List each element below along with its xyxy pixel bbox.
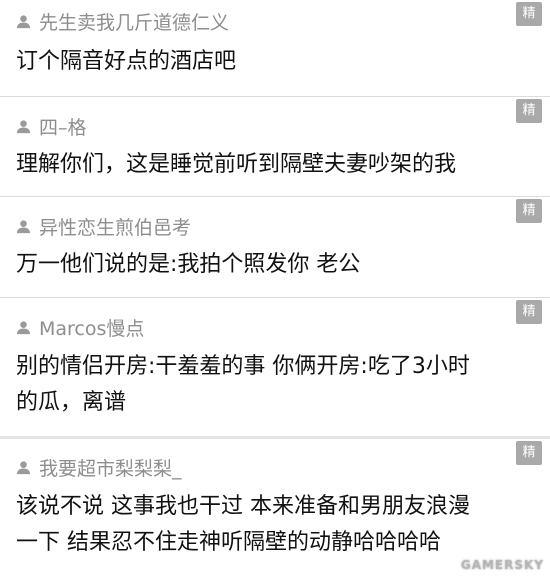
comment-author[interactable]: 四–格 xyxy=(16,113,87,139)
featured-badge: 精 xyxy=(516,99,542,123)
watermark: GAMERSKY xyxy=(460,558,544,572)
comment-text: 别的情侣开房:干羞羞的事 你俩开房:吃了3小时 的瓜，离谱 xyxy=(16,349,534,421)
comment-author[interactable]: Marcos慢点 xyxy=(16,314,144,340)
featured-badge: 精 xyxy=(516,199,542,223)
comment-text-line: 的瓜，离谱 xyxy=(16,390,127,415)
comment-author-name: 四–格 xyxy=(39,116,87,139)
user-icon xyxy=(16,14,31,28)
comment-text: 理解你们，这是睡觉前听到隔壁夫妻吵架的我 xyxy=(16,147,534,183)
user-icon xyxy=(16,119,31,133)
comment-item: 先生卖我几斤道德仁义 订个隔音好点的酒店吧 精 xyxy=(0,0,550,97)
comment-text-line: 万一他们说的是:我拍个照发你 老公 xyxy=(16,252,361,277)
comment-text: 该说不说 这事我也干过 本来准备和男朋友浪漫 一下 结果忍不住走神听隔壁的动静哈… xyxy=(16,489,534,561)
comment-text-line: 订个隔音好点的酒店吧 xyxy=(16,49,237,74)
comment-text-line: 该说不说 这事我也干过 本来准备和男朋友浪漫 xyxy=(16,494,470,519)
comment-text: 订个隔音好点的酒店吧 xyxy=(16,44,534,80)
comment-author-name: 异性恋生煎伯邑考 xyxy=(39,216,192,239)
featured-badge: 精 xyxy=(516,441,542,465)
featured-badge: 精 xyxy=(516,300,542,324)
comment-author[interactable]: 我要超市梨梨梨_ xyxy=(16,454,182,480)
comment-item: Marcos慢点 别的情侣开房:干羞羞的事 你俩开房:吃了3小时 的瓜，离谱 精 xyxy=(0,298,550,439)
comment-author-name: 我要超市梨梨梨_ xyxy=(39,457,182,480)
comment-author[interactable]: 先生卖我几斤道德仁义 xyxy=(16,8,229,34)
featured-badge: 精 xyxy=(516,2,542,26)
comment-item: 四–格 理解你们，这是睡觉前听到隔壁夫妻吵架的我 精 xyxy=(0,97,550,197)
comment-author-name: 先生卖我几斤道德仁义 xyxy=(39,11,230,34)
user-icon xyxy=(16,320,31,334)
comment-author[interactable]: 异性恋生煎伯邑考 xyxy=(16,213,191,239)
comment-text: 万一他们说的是:我拍个照发你 老公 xyxy=(16,247,534,283)
comment-text-line: 一下 结果忍不住走神听隔壁的动静哈哈哈哈 xyxy=(16,530,441,555)
comment-text-line: 别的情侣开房:干羞羞的事 你俩开房:吃了3小时 xyxy=(16,354,470,379)
comment-author-name: Marcos慢点 xyxy=(39,317,145,340)
user-icon xyxy=(16,219,31,233)
comment-item: 异性恋生煎伯邑考 万一他们说的是:我拍个照发你 老公 精 xyxy=(0,197,550,298)
comment-text-line: 理解你们，这是睡觉前听到隔壁夫妻吵架的我 xyxy=(16,152,457,177)
user-icon xyxy=(16,460,31,474)
